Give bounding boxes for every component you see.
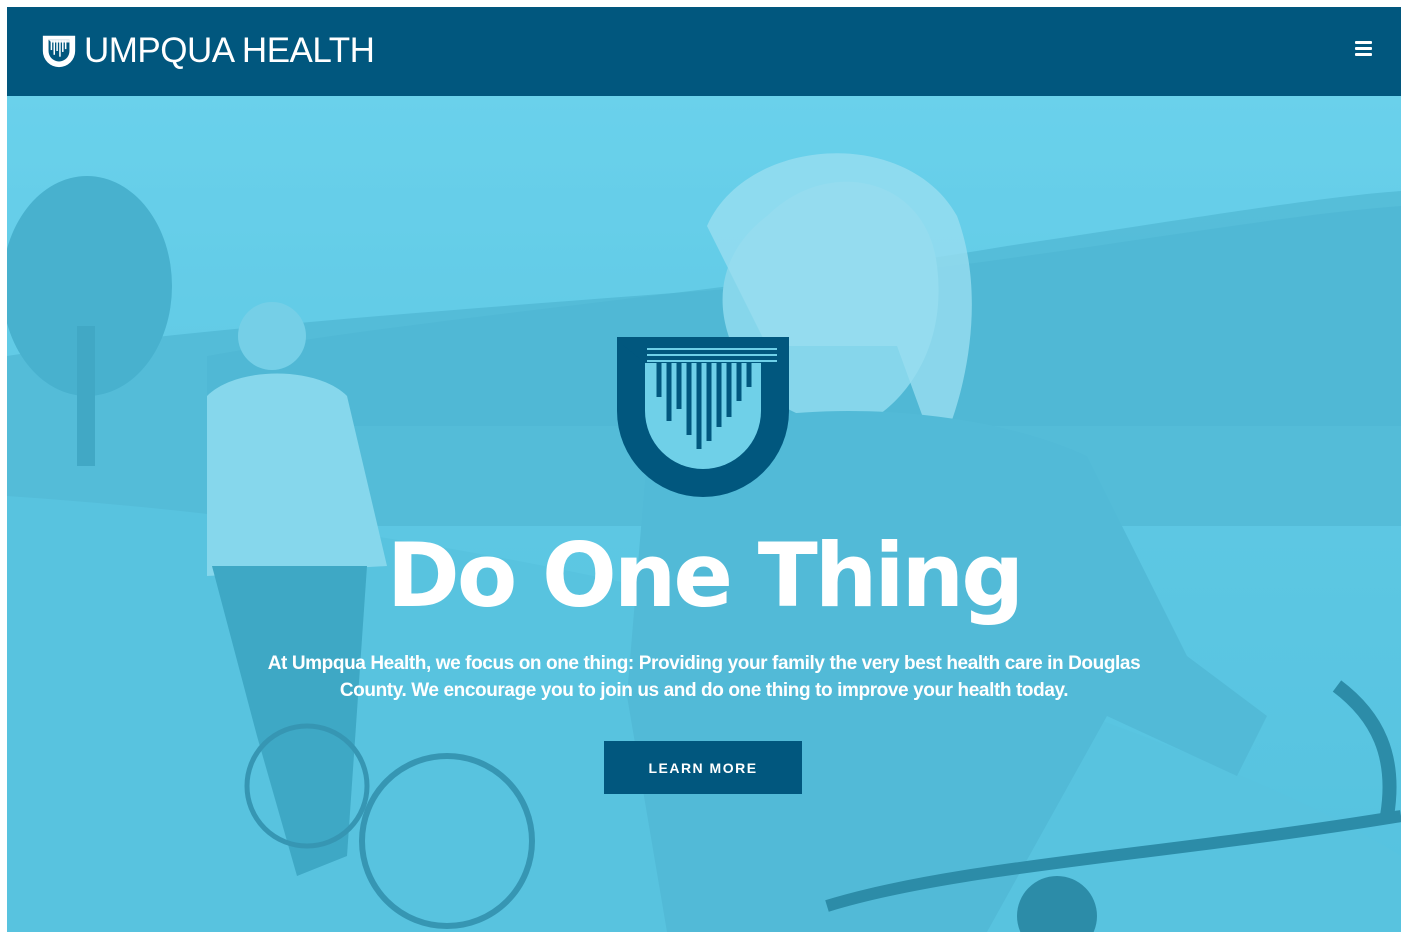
hamburger-menu-icon <box>1355 41 1375 56</box>
brand-name: UMPQUA HEALTH <box>84 31 375 70</box>
learn-more-button[interactable]: LEARN MORE <box>604 741 802 794</box>
hamburger-menu-button[interactable] <box>1355 41 1375 61</box>
page-frame: UMPQUA HEALTH Do One Thing At Umpqua Hea… <box>7 7 1401 932</box>
umpqua-shield-icon <box>617 337 789 497</box>
hero-color-overlay <box>7 96 1401 932</box>
top-navigation-bar: UMPQUA HEALTH <box>7 7 1401 96</box>
hero-title: Do One Thing <box>386 524 1024 627</box>
brand-home-link[interactable]: UMPQUA HEALTH <box>40 31 375 71</box>
umpqua-shield-icon <box>42 35 76 68</box>
hero-banner: Do One Thing At Umpqua Health, we focus … <box>7 96 1401 932</box>
hero-description: At Umpqua Health, we focus on one thing:… <box>267 653 1141 701</box>
